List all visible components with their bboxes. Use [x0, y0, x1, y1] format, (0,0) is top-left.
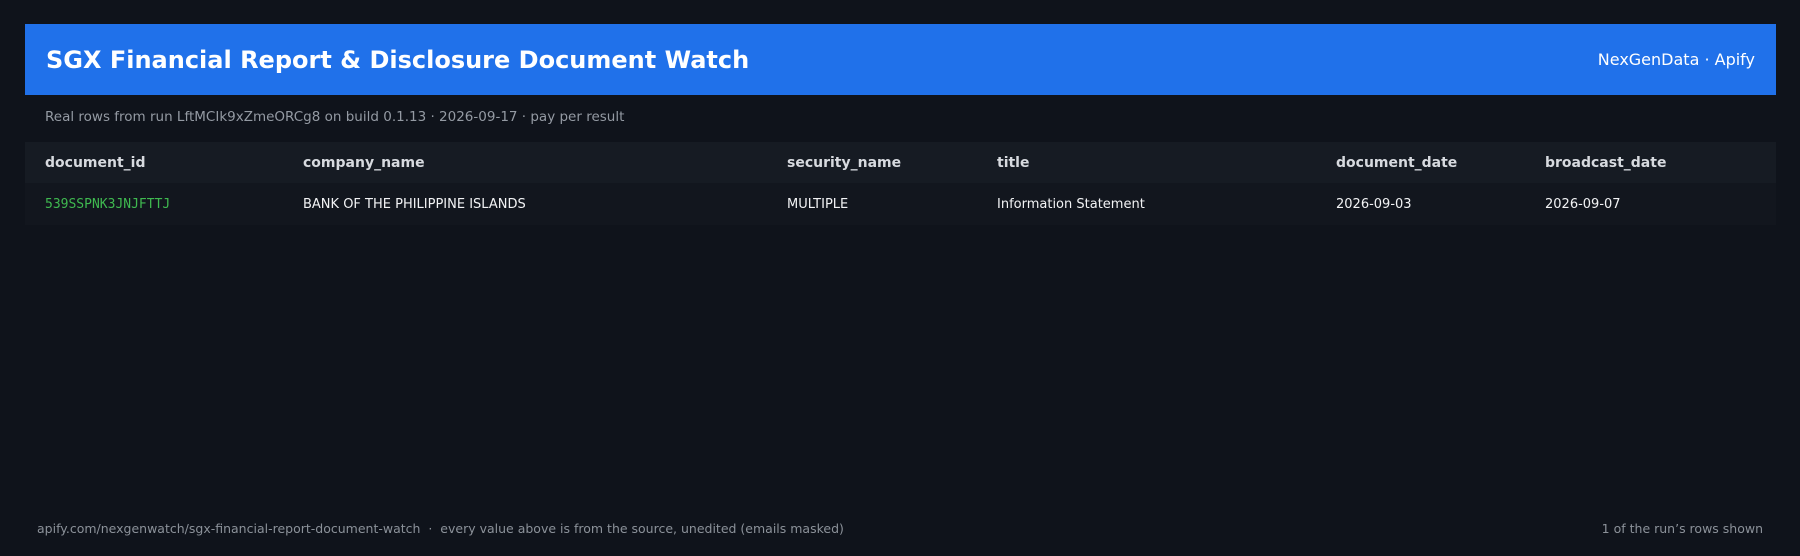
table-header-row: document_id company_name security_name t… — [25, 142, 1776, 183]
cell-broadcast-date: 2026-09-07 — [1545, 196, 1621, 212]
cell-security-name: MULTIPLE — [787, 196, 849, 212]
cell-document-id: 539SSPNK3JNJFTTJ — [45, 196, 171, 212]
page: SGX Financial Report & Disclosure Docume… — [0, 0, 1800, 556]
cell-title: Information Statement — [997, 196, 1145, 212]
header-bar: SGX Financial Report & Disclosure Docume… — [25, 24, 1776, 95]
column-header-document-date: document_date — [1336, 154, 1458, 171]
run-subtitle: Real rows from run LftMCIk9xZmeORCg8 on … — [45, 109, 625, 125]
column-header-title: title — [997, 154, 1030, 171]
column-header-document-id: document_id — [45, 154, 146, 171]
table-row: 539SSPNK3JNJFTTJ BANK OF THE PHILIPPINE … — [25, 183, 1776, 225]
footer-row-count: 1 of the run’s rows shown — [1601, 521, 1763, 536]
page-title: SGX Financial Report & Disclosure Docume… — [46, 45, 750, 74]
cell-document-date: 2026-09-03 — [1336, 196, 1412, 212]
column-header-company-name: company_name — [303, 154, 425, 171]
column-header-security-name: security_name — [787, 154, 902, 171]
cell-company-name: BANK OF THE PHILIPPINE ISLANDS — [303, 196, 526, 212]
brand-label: NexGenData · Apify — [1597, 50, 1755, 69]
footer-source-note: apify.com/nexgenwatch/sgx-financial-repo… — [37, 521, 844, 536]
results-table: document_id company_name security_name t… — [25, 142, 1776, 225]
column-header-broadcast-date: broadcast_date — [1545, 154, 1667, 171]
